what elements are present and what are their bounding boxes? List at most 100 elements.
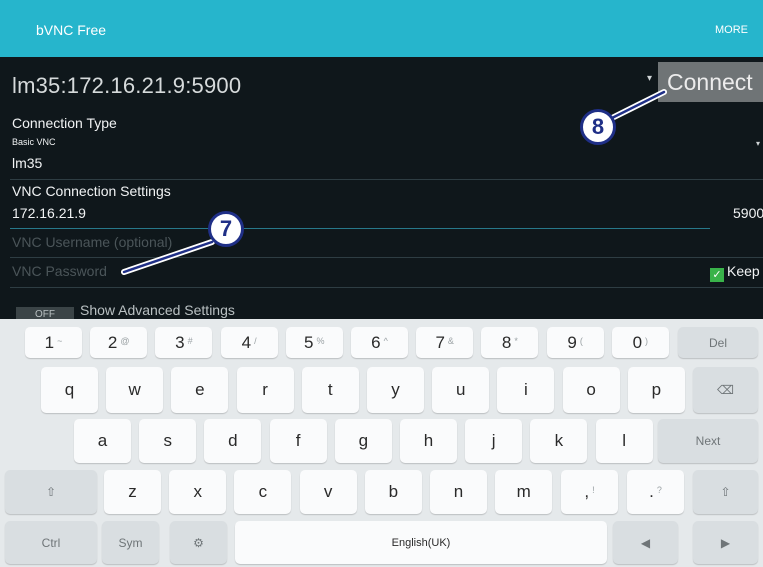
vnc-port-field[interactable]: 5900 — [733, 205, 763, 221]
more-button[interactable]: MORE — [715, 24, 748, 36]
next-key-label: Next — [695, 434, 721, 448]
shift-left-key[interactable]: ⇧ — [5, 470, 97, 514]
key-9[interactable]: 9( — [546, 327, 604, 358]
vnc-host-field[interactable]: 172.16.21.9 — [12, 205, 86, 221]
sym-key-label: Sym — [118, 535, 143, 550]
annotation-badge-8: 8 — [580, 109, 616, 145]
shift-right-key[interactable]: ⇧ — [693, 470, 758, 514]
key-e[interactable]: e — [171, 367, 229, 413]
connection-type-subtitle: Basic VNC — [12, 137, 56, 147]
key-4[interactable]: 4/ — [220, 327, 278, 358]
key-period[interactable]: .? — [627, 470, 684, 514]
key-7-label: 7 & — [435, 332, 454, 352]
key-g[interactable]: g — [334, 419, 392, 463]
key-t-label: t — [327, 380, 333, 399]
key-z[interactable]: z — [104, 470, 161, 514]
ctrl-key-label: Ctrl — [41, 535, 61, 550]
checkbox-checked-icon[interactable]: ✓ — [710, 268, 724, 282]
backspace-key[interactable]: ⌫ — [693, 367, 758, 413]
key-1-alt-label: ~ — [57, 335, 63, 346]
key-7-alt-label: & — [447, 335, 454, 346]
settings-gear-icon[interactable]: ⚙ — [170, 521, 227, 564]
next-key[interactable]: Next — [658, 419, 758, 463]
key-8-label: 8 * — [501, 332, 518, 352]
key-3-alt-label: # — [187, 335, 193, 346]
key-4-alt-label: / — [254, 335, 257, 346]
key-r[interactable]: r — [236, 367, 294, 413]
connection-type-value[interactable]: lm35 — [12, 155, 42, 171]
key-p[interactable]: p — [627, 367, 685, 413]
key-y[interactable]: y — [367, 367, 424, 413]
dropdown-arrow-icon[interactable]: ▾ — [647, 73, 652, 84]
shift-left-key-label: ⇧ — [45, 485, 57, 499]
key-n[interactable]: n — [430, 470, 487, 514]
key-x[interactable]: x — [169, 470, 227, 514]
key-w[interactable]: w — [106, 367, 164, 413]
space-key-label: English(UK) — [391, 536, 451, 549]
key-b-label: b — [388, 482, 399, 501]
key-3[interactable]: 3 # — [155, 327, 213, 358]
key-o[interactable]: o — [562, 367, 620, 413]
vnc-password-field[interactable]: VNC Password — [12, 263, 107, 279]
key-d[interactable]: d — [204, 419, 262, 463]
key-8[interactable]: 8 * — [481, 327, 539, 358]
key-k[interactable]: k — [530, 419, 588, 463]
dropdown-arrow-icon[interactable]: ▾ — [756, 139, 760, 148]
key-2-alt-label: @ — [120, 335, 130, 346]
key-y-label: y — [391, 380, 400, 399]
key-m[interactable]: m — [495, 470, 553, 514]
key-i[interactable]: i — [497, 367, 555, 413]
cursor-right-icon[interactable]: ▶ — [693, 521, 758, 564]
key-w-label: w — [128, 380, 141, 399]
key-f[interactable]: f — [269, 419, 327, 463]
key-c[interactable]: c — [234, 470, 292, 514]
key-t[interactable]: t — [301, 367, 359, 413]
vnc-settings-label: VNC Connection Settings — [12, 183, 171, 199]
key-s[interactable]: s — [139, 419, 197, 463]
connect-button[interactable]: Connect — [658, 62, 763, 102]
vnc-username-field[interactable]: VNC Username (optional) — [12, 234, 172, 250]
key-7[interactable]: 7 & — [416, 327, 474, 358]
key-b[interactable]: b — [364, 470, 422, 514]
active-underline — [10, 228, 710, 229]
key-c-label: c — [258, 482, 268, 501]
keep-label: Keep — [727, 263, 760, 279]
onscreen-keyboard: 1 ~ 2 @ 3 # 4/5% 6 ^ 7 & 8 * 9(0) Del q w e r t y u i o p ⌫ a s d f g h… — [0, 319, 763, 567]
cursor-left-icon[interactable]: ◀ — [613, 521, 678, 564]
key-l[interactable]: l — [595, 419, 653, 463]
key-comma[interactable]: ,! — [561, 470, 618, 514]
app-title: bVNC Free — [36, 22, 107, 38]
key-a[interactable]: a — [74, 419, 131, 463]
key-k-label: k — [554, 431, 564, 450]
key-1[interactable]: 1 ~ — [25, 327, 82, 358]
key-q-label: q — [64, 380, 75, 399]
key-j[interactable]: j — [465, 419, 523, 463]
divider — [10, 179, 763, 180]
key-u[interactable]: u — [432, 367, 490, 413]
key-2-label: 2 @ — [107, 332, 130, 352]
app-bar: bVNC Free MORE — [0, 0, 763, 57]
divider — [10, 287, 763, 288]
keep-password-checkbox[interactable]: ✓ Keep — [710, 263, 760, 282]
key-2[interactable]: 2 @ — [90, 327, 148, 358]
connection-selector[interactable]: lm35:172.16.21.9:5900 — [12, 73, 241, 99]
key-h[interactable]: h — [400, 419, 457, 463]
key-9-alt-label: ( — [579, 335, 583, 346]
key-a-label: a — [97, 431, 108, 450]
key-6[interactable]: 6 ^ — [351, 327, 408, 358]
divider — [10, 257, 763, 258]
key-5[interactable]: 5% — [285, 327, 343, 358]
cursor-left-icon-label: ◀ — [640, 535, 651, 550]
key-m-label: m — [516, 482, 531, 501]
sym-key[interactable]: Sym — [102, 521, 159, 564]
key-0[interactable]: 0) — [611, 327, 669, 358]
delete-key[interactable]: Del — [678, 327, 758, 358]
key-0-alt-label: ) — [645, 335, 649, 346]
space-key[interactable]: English(UK) — [235, 521, 607, 564]
key-v[interactable]: v — [299, 470, 357, 514]
key-r-label: r — [262, 380, 268, 399]
ctrl-key[interactable]: Ctrl — [5, 521, 97, 564]
key-q[interactable]: q — [41, 367, 98, 413]
advanced-settings-toggle[interactable]: OFF — [16, 307, 74, 319]
key-period-label: .? — [649, 482, 662, 501]
